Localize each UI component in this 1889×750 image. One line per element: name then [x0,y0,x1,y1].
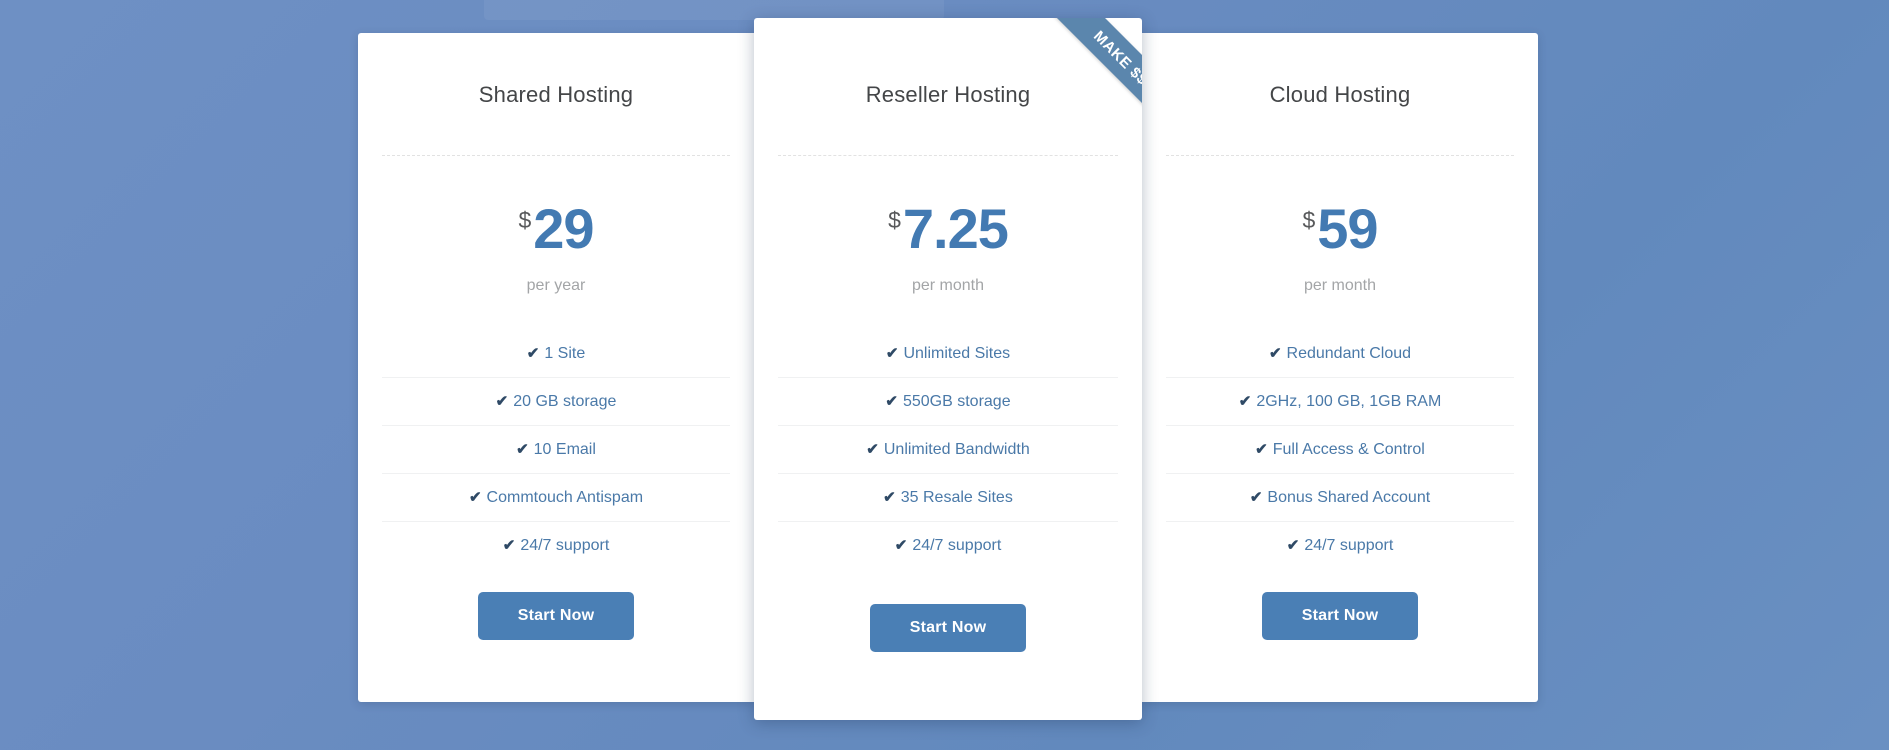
start-now-button[interactable]: Start Now [477,592,635,640]
feature-label: Bonus Shared Account [1267,488,1431,506]
feature-label: 550GB storage [902,392,1011,410]
check-icon: ✔ [1286,536,1300,554]
feature-item: ✔ 35 Resale Sites [778,472,1118,521]
feature-item: ✔ 10 Email [382,424,730,473]
check-icon: ✔ [1249,488,1263,506]
plan-title: Cloud Hosting [1269,82,1411,107]
feature-item: ✔ Unlimited Sites [778,330,1118,377]
feature-label: 1 Site [544,344,586,362]
pricing-table: Shared Hosting $ 29 per year ✔ 1 Site ✔ 20… [358,0,1538,750]
price-line: $ 59 [1302,197,1378,260]
card-body: Shared Hosting $ 29 per year ✔ 1 Site ✔ 20… [358,33,754,702]
pricing-card-shared-hosting[interactable]: Shared Hosting $ 29 per year ✔ 1 Site ✔ 20… [358,33,754,702]
plan-title: Shared Hosting [478,82,634,107]
check-icon: ✔ [883,488,896,506]
billing-period: per year [526,276,586,294]
feature-label: Unlimited Sites [903,344,1011,362]
check-icon: ✔ [885,392,898,410]
plan-title: Reseller Hosting [865,82,1031,107]
cta-wrapper: Start Now [1166,592,1514,702]
feature-list: ✔ 1 Site ✔ 20 GB storage ✔ 10 Email ✔ Commto… [382,330,730,569]
check-icon: ✔ [502,536,516,554]
price-block: $ 7.25 per month [778,156,1118,295]
feature-item: ✔ Bonus Shared Account [1166,472,1514,521]
feature-list: ✔ Unlimited Sites ✔ 550GB storage ✔ Unlimit… [778,330,1118,569]
check-icon: ✔ [866,440,879,458]
check-icon: ✔ [495,392,509,410]
feature-label: Unlimited Bandwidth [883,440,1030,458]
check-icon: ✔ [885,344,899,362]
price-amount: 59 [1317,197,1378,260]
price-block: $ 29 per year [382,156,730,295]
feature-item: ✔ 24/7 support [778,520,1118,569]
feature-item: ✔ Unlimited Bandwidth [778,424,1118,473]
start-now-button[interactable]: Start Now [1261,592,1419,640]
feature-item: ✔ Redundant Cloud [1166,330,1514,377]
check-icon: ✔ [526,344,540,362]
feature-label: Redundant Cloud [1286,344,1412,362]
check-icon: ✔ [894,536,908,554]
price-amount: 29 [533,197,594,260]
card-body: Reseller Hosting $ 7.25 per month ✔ Unlim… [754,18,1142,720]
feature-list: ✔ Redundant Cloud ✔ 2GHz, 100 GB, 1GB RAM … [1166,330,1514,569]
price-block: $ 59 per month [1166,156,1514,295]
cta-wrapper: Start Now [778,604,1118,720]
price-line: $ 7.25 [888,197,1009,260]
price-amount: 7.25 [902,197,1009,260]
currency-symbol: $ [888,207,901,233]
feature-label: 24/7 support [520,536,610,554]
feature-item: ✔ 1 Site [382,330,730,377]
feature-item: ✔ 2GHz, 100 GB, 1GB RAM [1166,376,1514,425]
feature-label: 2GHz, 100 GB, 1GB RAM [1256,392,1442,410]
feature-item: ✔ Commtouch Antispam [382,472,730,521]
card-body: Cloud Hosting $ 59 per month ✔ Redundant … [1142,33,1538,702]
feature-label: 35 Resale Sites [900,488,1013,506]
check-icon: ✔ [516,440,529,458]
feature-item: ✔ 20 GB storage [382,376,730,425]
check-icon: ✔ [1238,392,1252,410]
feature-label: Commtouch Antispam [486,488,644,506]
feature-label: 20 GB storage [513,392,617,410]
feature-item: ✔ 550GB storage [778,376,1118,425]
currency-symbol: $ [518,207,532,233]
feature-item: ✔ Full Access & Control [1166,424,1514,473]
check-icon: ✔ [1255,440,1268,458]
check-icon: ✔ [1268,344,1282,362]
feature-label: 10 Email [533,440,596,458]
feature-label: 24/7 support [1304,536,1394,554]
billing-period: per month [1303,276,1377,294]
feature-label: Full Access & Control [1272,440,1425,458]
pricing-card-cloud-hosting[interactable]: Cloud Hosting $ 59 per month ✔ Redundant … [1142,33,1538,702]
start-now-button[interactable]: Start Now [869,604,1027,652]
pricing-card-reseller-hosting[interactable]: MAKE $$$ Reseller Hosting $ 7.25 per mon… [754,18,1142,720]
price-line: $ 29 [518,197,594,260]
cta-wrapper: Start Now [382,592,730,702]
billing-period: per month [911,276,985,294]
check-icon: ✔ [468,488,482,506]
feature-item: ✔ 24/7 support [1166,520,1514,569]
currency-symbol: $ [1302,207,1316,233]
feature-item: ✔ 24/7 support [382,520,730,569]
feature-label: 24/7 support [912,536,1002,554]
